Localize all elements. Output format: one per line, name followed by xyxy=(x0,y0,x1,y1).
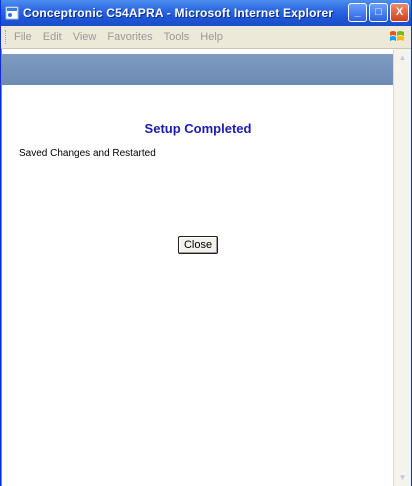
close-icon: X xyxy=(395,6,404,18)
menu-view[interactable]: View xyxy=(73,31,97,43)
title-bar[interactable]: Conceptronic C54APRA - Microsoft Interne… xyxy=(1,0,411,26)
close-button[interactable]: Close xyxy=(177,236,219,254)
close-window-button[interactable]: X xyxy=(390,3,409,22)
scroll-up-arrow-icon[interactable]: ▲ xyxy=(395,50,410,65)
menu-edit[interactable]: Edit xyxy=(43,31,62,43)
minimize-button[interactable]: _ xyxy=(348,3,367,22)
vertical-scrollbar[interactable]: ▲ ▼ xyxy=(393,49,411,486)
button-row: Close xyxy=(2,235,394,254)
scroll-down-arrow-icon[interactable]: ▼ xyxy=(395,470,410,485)
menu-help[interactable]: Help xyxy=(200,31,223,43)
menu-grip[interactable] xyxy=(5,30,8,44)
page-content: Setup Completed Saved Changes and Restar… xyxy=(1,49,394,486)
menu-file[interactable]: File xyxy=(14,31,32,43)
page-title: Setup Completed xyxy=(144,121,252,136)
browser-window: Conceptronic C54APRA - Microsoft Interne… xyxy=(0,0,412,486)
status-message: Saved Changes and Restarted xyxy=(19,148,156,159)
maximize-button[interactable]: □ xyxy=(369,3,388,22)
menu-bar: File Edit View Favorites Tools Help xyxy=(1,26,411,49)
menu-tools[interactable]: Tools xyxy=(164,31,190,43)
window-controls: _ □ X xyxy=(348,3,409,22)
windows-logo-icon xyxy=(389,29,405,45)
header-band xyxy=(2,54,394,85)
minimize-icon: _ xyxy=(354,6,361,18)
ie-page-icon xyxy=(5,6,19,20)
maximize-icon: □ xyxy=(375,6,382,18)
menu-favorites[interactable]: Favorites xyxy=(107,31,152,43)
window-title: Conceptronic C54APRA - Microsoft Interne… xyxy=(23,6,334,20)
